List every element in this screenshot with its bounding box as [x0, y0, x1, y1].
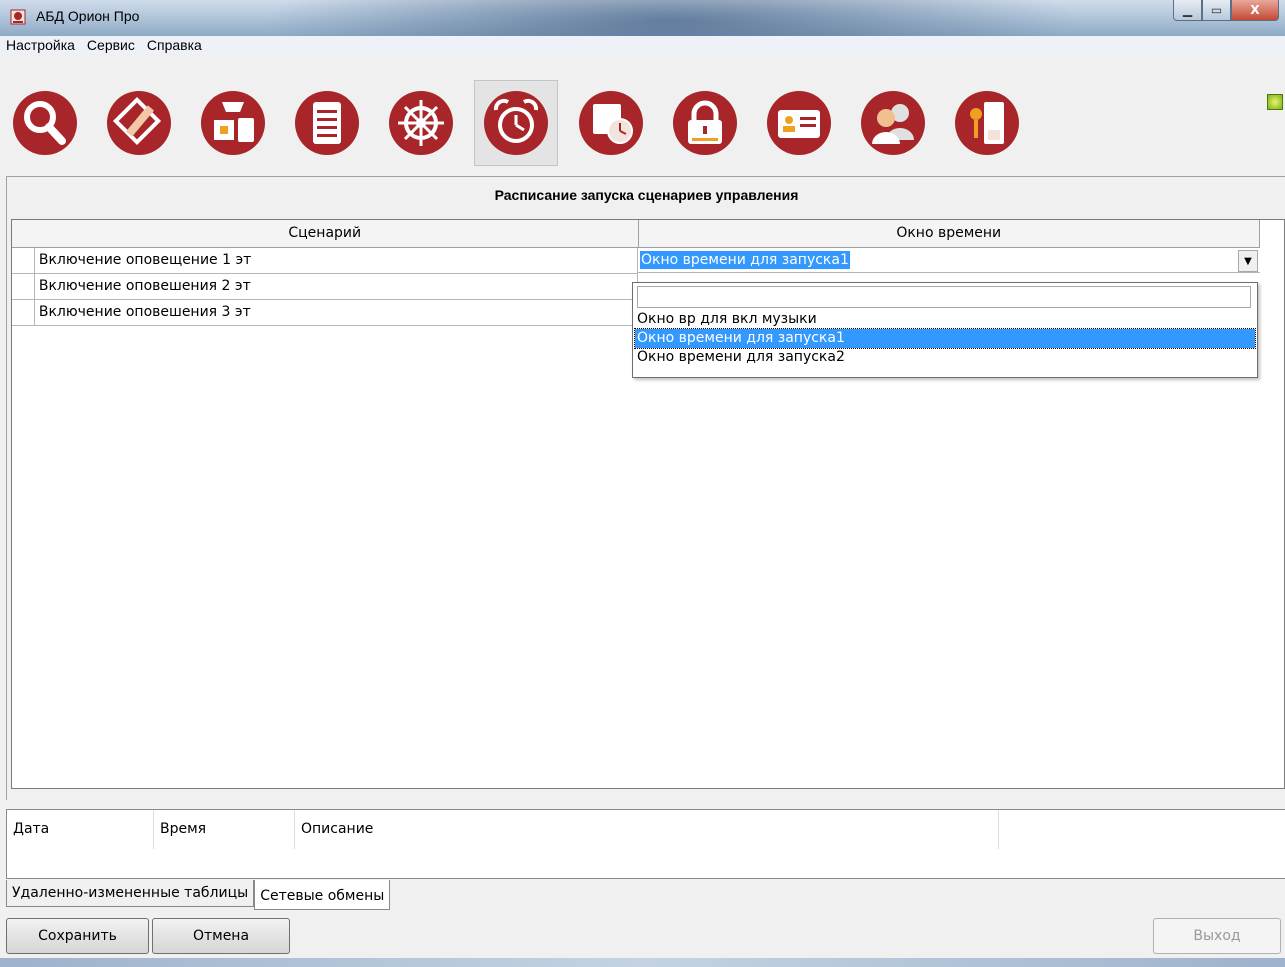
cancel-button[interactable]: Отмена [152, 918, 290, 954]
table-row[interactable]: Включение оповешения 2 эт [12, 274, 638, 300]
menu-settings[interactable]: Настройка [0, 36, 81, 54]
toolbar-devices-button[interactable] [190, 80, 276, 166]
column-time-window[interactable]: Окно времени [638, 220, 1260, 248]
search-icon [13, 91, 77, 155]
toolbar-plan-button[interactable] [96, 80, 182, 166]
toolbar-users-button[interactable] [850, 80, 936, 166]
log-column-extra [999, 810, 1285, 849]
chevron-down-icon[interactable]: ▼ [1238, 250, 1258, 272]
users-icon [861, 91, 925, 155]
dropdown-option-selected[interactable]: Окно времени для запуска1 [634, 328, 1256, 349]
toolbar-documents-button[interactable] [284, 80, 370, 166]
close-button[interactable]: X [1231, 0, 1279, 21]
toolbar-management-button[interactable] [378, 80, 464, 166]
app-logo-icon [10, 9, 26, 25]
table-row[interactable]: Включение оповешения 3 эт [12, 300, 638, 326]
table-row[interactable]: Включение оповещение 1 эт [12, 248, 638, 274]
alarm-clock-icon [484, 91, 548, 155]
dropdown-option[interactable]: Окно вр для вкл музыки [635, 310, 1255, 329]
tab-remote-changed-tables[interactable]: Удаленно-измененные таблицы [6, 880, 255, 907]
menu-bar: Настройка Сервис Справка [0, 36, 1285, 74]
scenario-cell[interactable]: Включение оповещение 1 эт [34, 248, 638, 274]
toolbar-personnel-button[interactable] [756, 80, 842, 166]
maximize-button[interactable]: ▭ [1202, 0, 1231, 21]
event-log[interactable]: Дата Время Описание [6, 809, 1285, 879]
schedule-clock-icon [579, 91, 643, 155]
row-indicator [12, 274, 35, 300]
status-indicator-icon [1267, 94, 1283, 110]
devices-icon [201, 91, 265, 155]
dropdown-option[interactable]: Окно времени для запуска2 [635, 348, 1255, 367]
log-column-description[interactable]: Описание [295, 810, 999, 849]
document-list-icon [295, 91, 359, 155]
key-door-icon [955, 91, 1019, 155]
bottom-tabs: Удаленно-измененные таблицы Сетевые обме… [6, 880, 391, 910]
log-column-date[interactable]: Дата [7, 810, 154, 849]
row-indicator [12, 300, 35, 326]
tab-network-exchange[interactable]: Сетевые обмены [254, 880, 391, 910]
column-scenario[interactable]: Сценарий [12, 220, 639, 248]
panel-title: Расписание запуска сценариев управления [494, 187, 799, 203]
menu-help[interactable]: Справка [141, 36, 208, 54]
log-column-time[interactable]: Время [154, 810, 295, 849]
scenario-cell[interactable]: Включение оповешения 3 эт [34, 300, 638, 326]
save-button[interactable]: Сохранить [6, 918, 149, 954]
log-header: Дата Время Описание [7, 810, 1285, 849]
menu-service[interactable]: Сервис [81, 36, 141, 54]
toolbar-access-button[interactable] [662, 80, 748, 166]
taskbar-edge [0, 958, 1285, 967]
window-title: АБД Орион Про [36, 8, 140, 24]
time-window-combobox[interactable]: Окно времени для запуска1 ▼ [638, 248, 1260, 273]
combo-selected-value[interactable]: Окно времени для запуска1 [640, 251, 850, 269]
ship-wheel-icon [389, 91, 453, 155]
id-card-icon [767, 91, 831, 155]
padlock-icon [673, 91, 737, 155]
minimize-button[interactable]: ▁ [1173, 0, 1202, 21]
toolbar-keys-button[interactable] [944, 80, 1030, 166]
schedule-panel: Расписание запуска сценариев управления … [6, 176, 1285, 800]
floor-plan-edit-icon [107, 91, 171, 155]
row-indicator [12, 248, 35, 274]
title-bar: АБД Орион Про ▁ ▭ X [0, 0, 1285, 36]
scenario-cell[interactable]: Включение оповешения 2 эт [34, 274, 638, 300]
grid-header: Сценарий Окно времени [12, 220, 1260, 248]
time-window-dropdown[interactable]: Окно вр для вкл музыки Окно времени для … [632, 282, 1258, 378]
toolbar-search-button[interactable] [2, 80, 88, 166]
exit-button[interactable]: Выход [1153, 918, 1281, 954]
toolbar [0, 80, 1285, 170]
toolbar-time-windows-button[interactable] [568, 80, 654, 166]
dropdown-empty-option[interactable] [637, 286, 1251, 308]
toolbar-schedule-button[interactable] [474, 80, 558, 166]
